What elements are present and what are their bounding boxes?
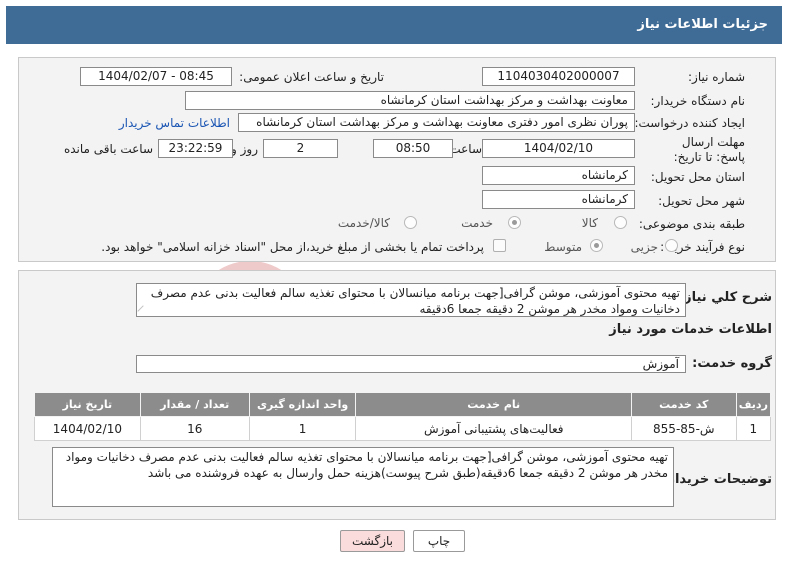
- buyer-notes-label: توضیحات خریدار:: [662, 472, 772, 487]
- table-cell: 1404/02/10: [34, 416, 141, 441]
- treasury-bonds-checkbox[interactable]: [493, 239, 506, 252]
- need-number-field: 1104030402000007: [482, 67, 635, 86]
- announce-datetime-label: تاریخ و ساعت اعلان عمومی:: [239, 70, 384, 84]
- table-header-row: ردیف کد خدمت نام خدمت واحد اندازه گیری ت…: [34, 392, 772, 417]
- service-group-field: آموزش: [136, 355, 686, 373]
- requester-field: پوران نظری امور دفتری معاونت بهداشت و مر…: [238, 113, 635, 132]
- column-header: واحد اندازه گیری: [248, 392, 357, 417]
- purchase-radio-medium[interactable]: [590, 239, 603, 252]
- services-table: ردیف کد خدمت نام خدمت واحد اندازه گیری ت…: [34, 392, 772, 441]
- city-field: کرمانشاه: [482, 190, 635, 209]
- category-radio-goods[interactable]: [614, 216, 627, 229]
- remaining-days-field: 2: [263, 139, 338, 158]
- buyer-notes-text: تهیه محتوی آموزشی، موشن گرافی[جهت برنامه…: [65, 450, 668, 480]
- resize-grip-icon[interactable]: [137, 305, 149, 316]
- requester-label: ایجاد کننده درخواست:: [634, 116, 745, 130]
- need-summary-text: تهیه محتوی آموزشی، موشن گرافی[جهت برنامه…: [150, 286, 680, 316]
- table-cell: فعالیت‌های پشتیبانی آموزش: [355, 416, 632, 441]
- province-label: استان محل تحویل:: [650, 170, 745, 184]
- purchase-option-minor: جزیی: [630, 240, 658, 254]
- service-group-label: گروه خدمت:: [692, 356, 772, 371]
- table-cell: 16: [139, 416, 250, 441]
- deadline-time-label: ساعت: [449, 142, 482, 156]
- buyer-contact-link[interactable]: اطلاعات تماس خریدار: [119, 116, 230, 130]
- print-button[interactable]: چاپ: [413, 530, 465, 552]
- purchase-radio-minor[interactable]: [665, 239, 678, 252]
- column-header: کد خدمت: [630, 392, 737, 417]
- column-header: ردیف: [735, 392, 772, 417]
- category-label: طبقه بندی موضوعی:: [638, 217, 745, 231]
- need-number-label: شماره نیاز:: [688, 70, 745, 84]
- deadline-time-field: 08:50: [373, 139, 453, 158]
- page-header: جزئیات اطلاعات نیاز: [6, 6, 782, 44]
- column-header: نام خدمت: [355, 392, 632, 417]
- need-summary-label: شرح کلي نياز:: [678, 290, 772, 305]
- table-row: 1 ش-85-855 فعالیت‌های پشتیبانی آموزش 1 1…: [34, 416, 772, 441]
- announce-datetime-field: 1404/02/07 - 08:45: [80, 67, 232, 86]
- page-title: جزئیات اطلاعات نیاز: [637, 17, 768, 32]
- category-option-service: خدمت: [461, 216, 493, 230]
- category-option-goods-service: کالا/خدمت: [337, 216, 390, 230]
- purchase-option-medium: متوسط: [544, 240, 582, 254]
- table-cell: 1: [248, 416, 357, 441]
- province-field: کرمانشاه: [482, 166, 635, 185]
- need-summary-field: تهیه محتوی آموزشی، موشن گرافی[جهت برنامه…: [136, 283, 686, 317]
- column-header: تعداد / مقدار: [139, 392, 250, 417]
- buyer-notes-field: تهیه محتوی آموزشی، موشن گرافی[جهت برنامه…: [52, 447, 674, 507]
- table-cell: ش-85-855: [630, 416, 737, 441]
- buyer-org-label: نام دستگاه خریدار:: [650, 94, 746, 108]
- remaining-time-field: 23:22:59: [158, 139, 233, 158]
- table-cell: 1: [735, 416, 772, 441]
- back-button[interactable]: بازگشت: [340, 530, 405, 552]
- deadline-label: مهلت ارسال پاسخ: تا تاریخ:: [673, 135, 745, 164]
- services-section-title: اطلاعات خدمات مورد نیاز: [609, 322, 772, 337]
- buyer-org-field: معاونت بهداشت و مرکز بهداشت استان کرمانش…: [185, 91, 635, 110]
- remaining-days-label: روز و: [231, 142, 258, 156]
- category-option-goods: کالا: [581, 216, 598, 230]
- deadline-date-field: 1404/02/10: [482, 139, 635, 158]
- treasury-bonds-note: پرداخت تمام یا بخشی از مبلغ خرید،از محل …: [101, 240, 484, 254]
- remaining-time-label: ساعت باقی مانده: [63, 142, 153, 156]
- column-header: تاریخ نیاز: [34, 392, 141, 417]
- category-radio-goods-service[interactable]: [404, 216, 417, 229]
- need-info-panel: [18, 57, 776, 262]
- city-label: شهر محل تحویل:: [658, 194, 745, 208]
- category-radio-service[interactable]: [508, 216, 521, 229]
